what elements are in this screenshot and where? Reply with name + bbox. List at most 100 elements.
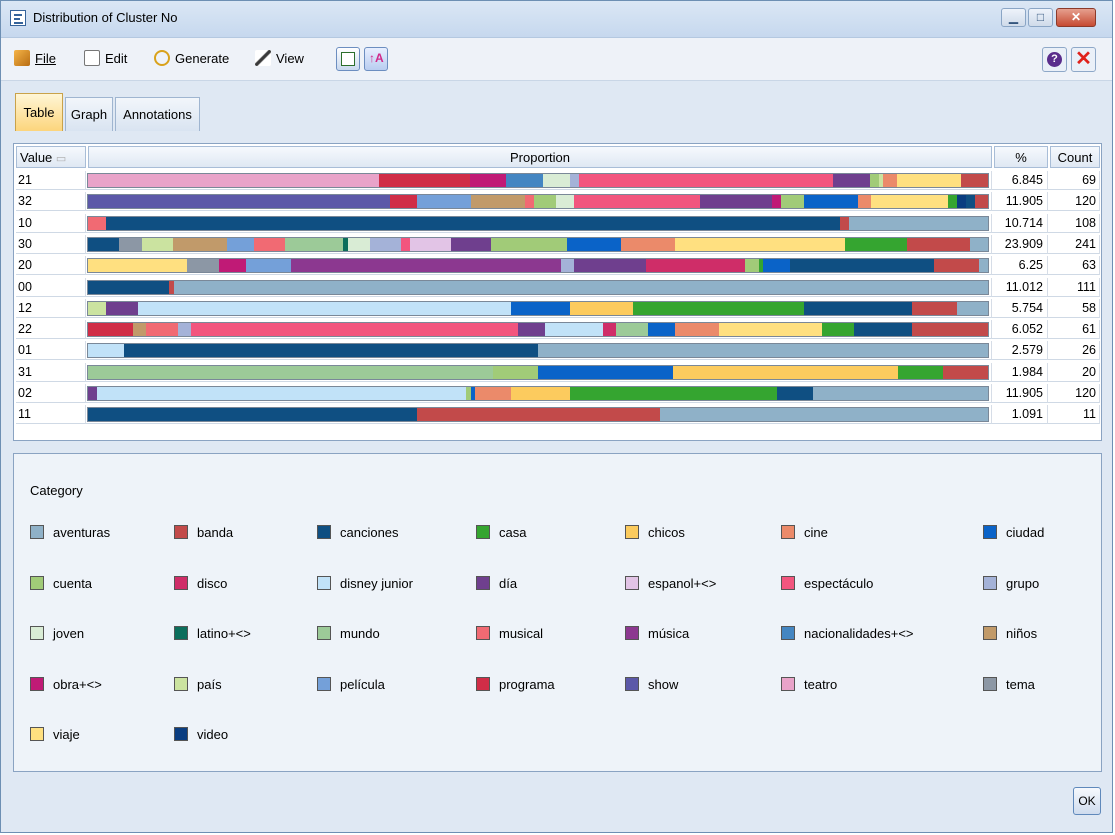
- bar-segment-cuenta: [745, 259, 759, 273]
- legend-label: nacionalidades+<>: [804, 626, 914, 641]
- bar-segment-espectáculo: [401, 237, 411, 251]
- menu-file[interactable]: File: [14, 50, 56, 66]
- generate-icon: [154, 50, 170, 66]
- legend-swatch: [983, 525, 997, 539]
- table-row[interactable]: 30 23.909 241: [16, 234, 1100, 254]
- legend-label: banda: [197, 525, 234, 540]
- bar-segment-día: [700, 195, 772, 209]
- row-value: 30: [16, 234, 86, 254]
- tab-annotations[interactable]: Annotations: [115, 97, 200, 131]
- bar-segment-música: [290, 259, 561, 273]
- close-window-button[interactable]: ✕: [1056, 8, 1096, 27]
- table-row[interactable]: 11 1.091 11: [16, 405, 1100, 425]
- bar-segment-programa: [378, 174, 470, 187]
- bar-segment-ciudad: [803, 195, 858, 209]
- legend-label: casa: [499, 525, 527, 540]
- table-row[interactable]: 22 6.052 61: [16, 320, 1100, 340]
- row-value: 01: [16, 341, 86, 361]
- maximize-button[interactable]: □: [1028, 8, 1053, 27]
- menu-generate[interactable]: Generate: [154, 50, 229, 66]
- legend-label: ciudad: [1006, 525, 1045, 540]
- legend-label: programa: [499, 676, 555, 692]
- table-output-toggle-button[interactable]: [336, 47, 360, 71]
- column-header-proportion[interactable]: Proportion: [88, 146, 992, 168]
- bar-segment-viaje: [719, 323, 823, 337]
- bar-segment-viaje: [871, 195, 948, 209]
- bar-segment-musical: [253, 237, 285, 251]
- legend-swatch: [30, 676, 44, 691]
- table-row[interactable]: 31 1.984 20: [16, 362, 1100, 382]
- bar-segment-banda: [911, 323, 988, 337]
- bar-segment-banda: [974, 195, 988, 209]
- file-icon: [14, 50, 30, 66]
- legend-swatch: [781, 626, 795, 640]
- menu-view[interactable]: View: [255, 50, 304, 66]
- menu-view-label: View: [276, 50, 304, 66]
- bar-segment-casa: [947, 195, 957, 209]
- column-header-value[interactable]: Value ▭: [16, 146, 86, 168]
- bar-segment-casa: [898, 365, 943, 379]
- bar-segment-banda: [907, 237, 971, 251]
- ok-button[interactable]: OK: [1073, 787, 1101, 815]
- bar-segment-película: [226, 237, 254, 251]
- edit-icon: [84, 50, 100, 66]
- bar-segment-aventuras: [956, 301, 988, 315]
- column-header-percent[interactable]: %: [994, 146, 1048, 168]
- column-header-count[interactable]: Count: [1050, 146, 1100, 168]
- bar-segment-aventuras: [538, 344, 988, 358]
- legend-swatch: [317, 676, 331, 691]
- bar-segment-canciones: [88, 408, 417, 422]
- row-proportion: [86, 256, 992, 276]
- row-value: 02: [16, 384, 86, 403]
- table-row[interactable]: 10 10.714 108: [16, 213, 1100, 233]
- bar-segment-grupo: [560, 259, 574, 273]
- bar-segment-banda: [911, 301, 957, 315]
- row-percent: 5.754: [992, 298, 1048, 318]
- legend-label: canciones: [340, 525, 399, 540]
- legend-swatch: [476, 676, 490, 691]
- sort-button[interactable]: ↑A: [364, 47, 388, 71]
- row-value: 31: [16, 362, 86, 382]
- distribution-window: Distribution of Cluster No ▁ □ ✕ File Ed…: [0, 0, 1113, 833]
- table-row[interactable]: 02 11.905 120: [16, 384, 1100, 403]
- bar-segment-programa: [389, 195, 417, 209]
- table-row[interactable]: 00 11.012 111: [16, 277, 1100, 297]
- table-row[interactable]: 12 5.754 58: [16, 298, 1100, 318]
- tab-graph[interactable]: Graph: [65, 97, 113, 131]
- bar-segment-aventuras: [659, 408, 988, 422]
- menu-edit[interactable]: Edit: [84, 50, 127, 66]
- legend-label: musical: [499, 626, 544, 641]
- bar-segment-niños: [132, 323, 147, 337]
- row-proportion: [86, 405, 992, 425]
- row-percent: 1.984: [992, 362, 1048, 382]
- bar-segment-grupo: [569, 174, 579, 187]
- table-row[interactable]: 01 2.579 26: [16, 341, 1100, 361]
- tab-table[interactable]: Table: [15, 93, 63, 131]
- legend-label: mundo: [340, 626, 380, 641]
- bar-segment-nacionalidades-: [506, 174, 543, 187]
- legend-swatch: [625, 676, 639, 691]
- bar-segment-película: [416, 195, 471, 209]
- table-row[interactable]: 21 6.845 69: [16, 171, 1100, 190]
- bar-segment-cine: [674, 323, 720, 337]
- table-row[interactable]: 20 6.25 63: [16, 256, 1100, 276]
- bar-segment-musical: [524, 195, 534, 209]
- bar-segment-obra-: [772, 195, 781, 209]
- close-output-button[interactable]: ✕: [1071, 47, 1096, 72]
- legend-swatch: [781, 525, 795, 539]
- bar-segment-viaje: [88, 259, 187, 273]
- row-percent: 1.091: [992, 405, 1048, 425]
- table-row[interactable]: 32 11.905 120: [16, 192, 1100, 212]
- bar-segment-ciudad: [511, 301, 570, 315]
- bar-segment-espectáculo: [190, 323, 518, 337]
- row-proportion: [86, 384, 992, 403]
- help-button[interactable]: ?: [1042, 47, 1067, 72]
- minimize-button[interactable]: ▁: [1001, 8, 1026, 27]
- proportion-bar: [87, 173, 989, 188]
- legend-label: país: [197, 676, 222, 692]
- legend-swatch: [983, 626, 997, 640]
- row-count: 111: [1048, 277, 1100, 297]
- bar-segment-aventuras: [970, 237, 988, 251]
- bar-segment-casa: [822, 323, 854, 337]
- legend-swatch: [174, 676, 188, 691]
